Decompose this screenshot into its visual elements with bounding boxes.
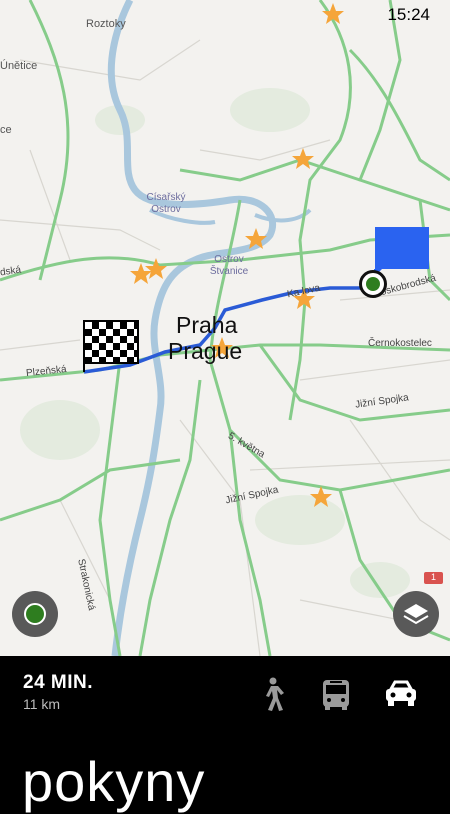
street-label-cernokostelec: Černokostelec xyxy=(368,338,432,349)
layers-icon xyxy=(403,604,429,625)
walk-icon xyxy=(266,677,284,711)
place-label-ostrov-stvanice: Ostrov Štvanice xyxy=(209,254,249,277)
route-distance: 11 km xyxy=(23,696,61,712)
my-location-button[interactable] xyxy=(12,591,58,637)
map-view[interactable]: 15:24 Roztoky Únětice ce Císařský Ostrov… xyxy=(0,0,450,656)
route-summary-panel: 24 MIN. 11 km pokyny xyxy=(0,656,450,813)
car-mode-button[interactable] xyxy=(381,674,421,714)
route-duration: 24 MIN. xyxy=(23,672,94,693)
place-label-ce: ce xyxy=(0,124,12,136)
place-label-cisarsky-ostrov: Císařský Ostrov xyxy=(146,192,186,215)
status-bar-time: 15:24 xyxy=(387,5,430,24)
start-flag-icon[interactable] xyxy=(374,227,430,277)
walk-mode-button[interactable] xyxy=(251,674,291,714)
city-label-praha: Praha xyxy=(176,312,238,338)
location-dot-icon xyxy=(24,603,46,625)
transit-mode-button[interactable] xyxy=(316,674,356,714)
map-layers-button[interactable] xyxy=(393,591,439,637)
place-label-roztoky: Roztoky xyxy=(86,18,126,30)
car-icon xyxy=(386,680,416,706)
city-label-prague: Prague xyxy=(168,338,243,364)
start-position-marker[interactable] xyxy=(359,270,387,298)
road-shield-number: 1 xyxy=(430,572,436,582)
bus-icon xyxy=(323,680,349,710)
destination-flag-icon[interactable] xyxy=(80,318,139,374)
instructions-pivot-header[interactable]: pokyny xyxy=(22,750,205,814)
start-dot-icon xyxy=(366,277,380,291)
place-label-unetice: Únětice xyxy=(0,60,38,72)
